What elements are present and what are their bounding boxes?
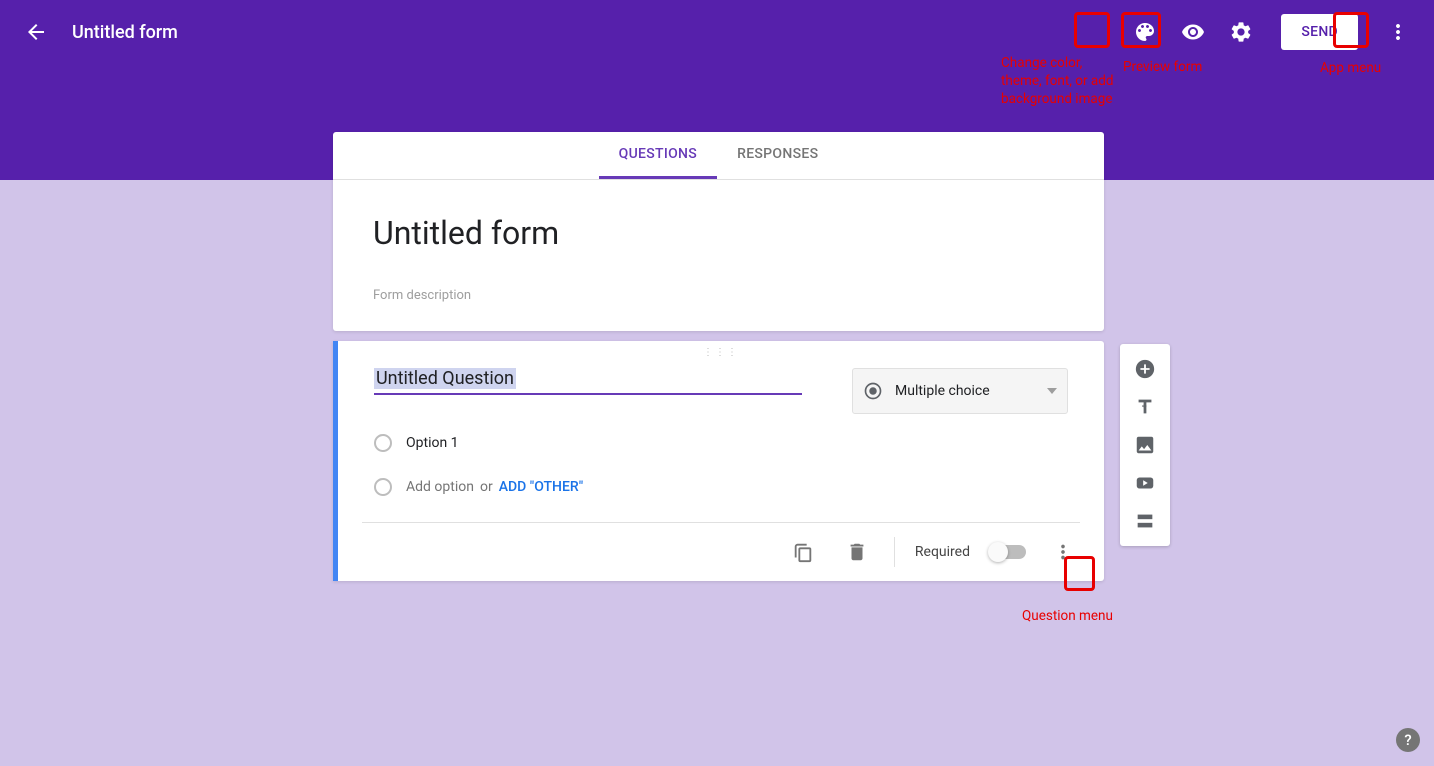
- settings-icon[interactable]: [1221, 12, 1261, 52]
- add-other-button[interactable]: ADD "OTHER": [499, 479, 583, 495]
- preview-icon[interactable]: [1173, 12, 1213, 52]
- add-image-icon[interactable]: [1126, 426, 1164, 464]
- annotation-text-questionmenu: Question menu: [1022, 607, 1113, 625]
- side-toolbar: [1120, 344, 1170, 546]
- tabs-bar: QUESTIONS RESPONSES: [333, 132, 1104, 180]
- add-question-icon[interactable]: [1126, 350, 1164, 388]
- add-title-icon[interactable]: [1126, 388, 1164, 426]
- add-option-row: Add option or ADD "OTHER": [374, 478, 1068, 496]
- question-card: ⋮⋮⋮ Untitled Question Multiple choice Op…: [333, 341, 1104, 581]
- radio-icon: [374, 434, 392, 452]
- radio-icon: [863, 381, 883, 401]
- send-button[interactable]: SEND: [1281, 14, 1358, 50]
- tab-responses[interactable]: RESPONSES: [717, 132, 838, 179]
- add-section-icon[interactable]: [1126, 502, 1164, 540]
- required-toggle[interactable]: [990, 545, 1026, 559]
- header-form-title[interactable]: Untitled form: [72, 22, 178, 43]
- required-label: Required: [915, 544, 970, 560]
- annotation-text-appmenu: App menu: [1320, 59, 1381, 77]
- annotation-text-palette: Change color, theme, font, or add backgr…: [1001, 54, 1119, 109]
- help-icon[interactable]: ?: [1396, 728, 1420, 752]
- app-menu-icon[interactable]: [1378, 12, 1418, 52]
- delete-icon[interactable]: [840, 535, 874, 569]
- back-arrow-icon[interactable]: [16, 12, 56, 52]
- add-option-text[interactable]: Add option: [406, 479, 474, 495]
- radio-icon: [374, 478, 392, 496]
- question-title-input[interactable]: Untitled Question: [374, 368, 802, 395]
- duplicate-icon[interactable]: [786, 535, 820, 569]
- question-type-select[interactable]: Multiple choice: [852, 368, 1068, 414]
- tab-questions[interactable]: QUESTIONS: [599, 132, 717, 179]
- add-video-icon[interactable]: [1126, 464, 1164, 502]
- form-description-input[interactable]: Form description: [373, 284, 1064, 307]
- annotation-text-preview: Preview form: [1123, 58, 1202, 76]
- palette-icon[interactable]: [1125, 12, 1165, 52]
- chevron-down-icon: [1047, 388, 1057, 394]
- drag-handle-icon[interactable]: ⋮⋮⋮: [338, 341, 1104, 360]
- option-row[interactable]: Option 1: [374, 434, 1068, 452]
- question-menu-icon[interactable]: [1046, 535, 1080, 569]
- form-title-input[interactable]: [373, 210, 1064, 256]
